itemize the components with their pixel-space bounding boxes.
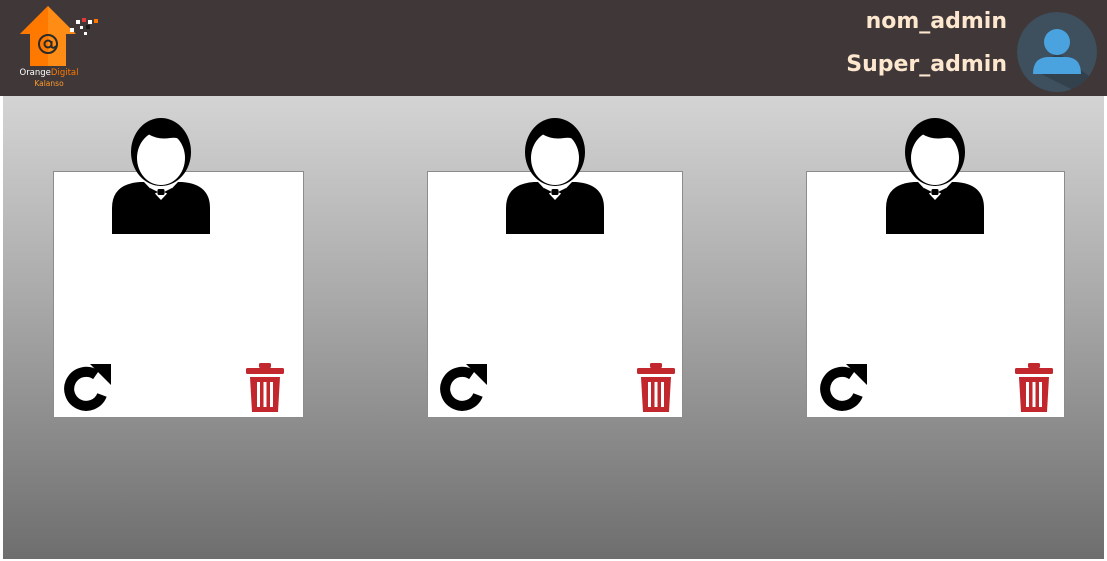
header-bar: OrangeDigital Kalanso nom_admin Super_ad… — [0, 0, 1107, 96]
logo-brand-text: OrangeDigital — [14, 68, 84, 78]
user-avatar-icon[interactable] — [1017, 12, 1097, 92]
orange-house-at-icon — [20, 6, 98, 66]
orange-digital-kalanso-logo[interactable]: OrangeDigital Kalanso — [14, 4, 104, 90]
refresh-icon[interactable] — [436, 362, 488, 414]
person-bowtie-icon — [112, 118, 210, 234]
person-bowtie-icon — [886, 118, 984, 234]
logo-brand-sub: Kalanso — [34, 79, 64, 88]
person-bowtie-icon — [506, 118, 604, 234]
trash-icon[interactable] — [1015, 362, 1053, 412]
trash-icon[interactable] — [246, 362, 284, 412]
user-role: Super_admin — [846, 52, 1007, 77]
refresh-icon[interactable] — [816, 362, 868, 414]
trash-icon[interactable] — [637, 362, 675, 412]
refresh-icon[interactable] — [60, 362, 112, 414]
logo-brand-word1: Orange — [19, 68, 51, 78]
user-name: nom_admin — [865, 9, 1007, 34]
logo-brand-word2: Digital — [50, 68, 79, 78]
